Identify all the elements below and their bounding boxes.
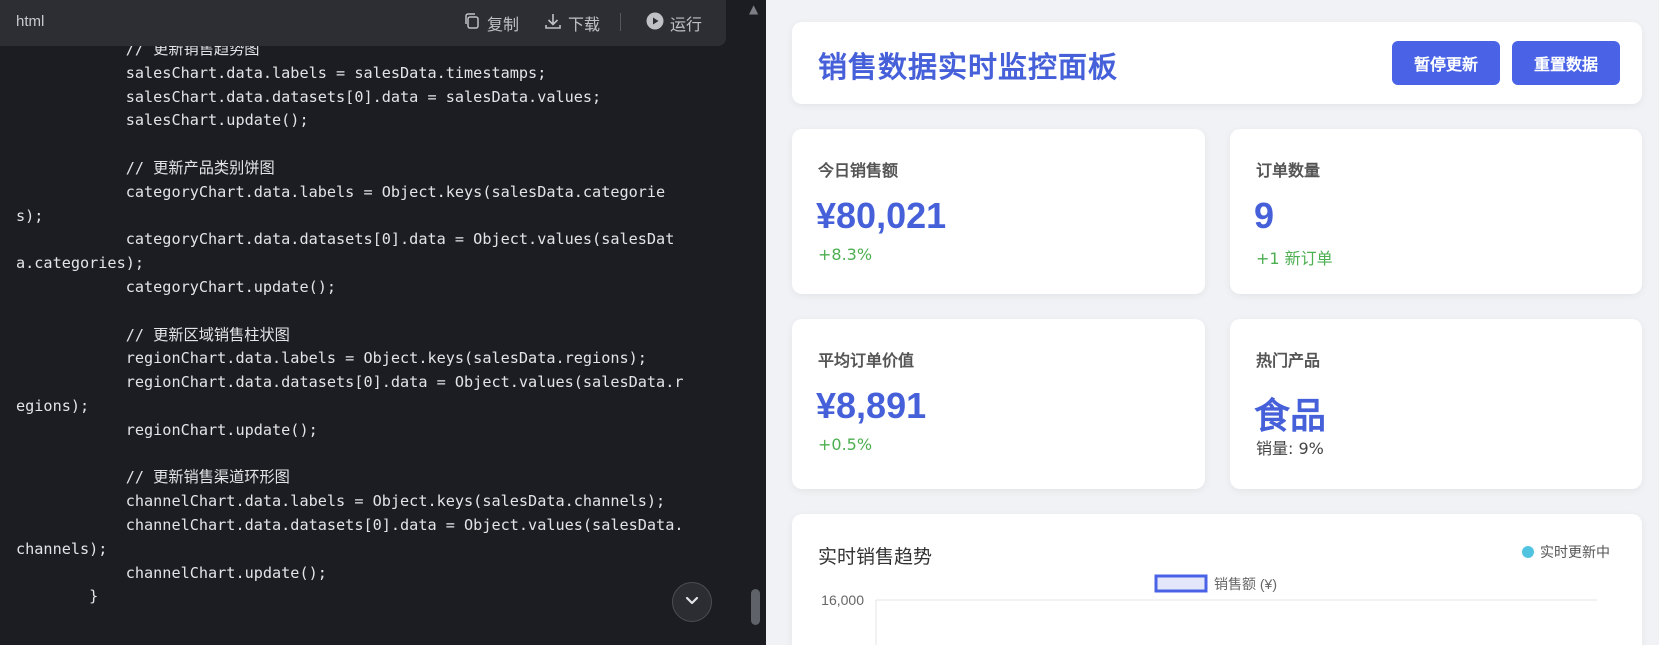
code-line: regionChart.data.datasets[0].data = Obje… (16, 373, 684, 392)
stat-label: 订单数量 (1256, 161, 1321, 180)
stat-value: 9 (1254, 195, 1275, 236)
code-line: categoryChart.data.datasets[0].data = Ob… (16, 230, 675, 249)
header-card: 销售数据实时监控面板 暂停更新 重置数据 (792, 22, 1642, 104)
code-line: s); (16, 206, 44, 225)
copy-label: 复制 (487, 15, 520, 34)
legend-label: 销售额 (¥) (1214, 576, 1277, 592)
play-icon (646, 12, 664, 34)
page-title: 销售数据实时监控面板 (818, 50, 1119, 84)
code-line: // 更新产品类别饼图 (16, 158, 275, 177)
stat-label: 热门产品 (1256, 351, 1321, 370)
scroll-to-bottom-button[interactable] (672, 582, 712, 622)
code-line: channelChart.update(); (16, 563, 327, 582)
code-line: egions); (16, 396, 90, 415)
chart-title: 实时销售趋势 (818, 546, 933, 568)
code-content: // 更新销售趋势图 salesChart.data.labels = sale… (16, 37, 684, 608)
pause-update-button[interactable]: 暂停更新 (1392, 41, 1500, 85)
code-line: a.categories); (16, 254, 145, 273)
live-status: 实时更新中 (1522, 542, 1610, 562)
stat-change: +1 新订单 (1256, 249, 1333, 268)
stat-card-today-sales: 今日销售额 ¥80,021 +8.3% (792, 129, 1205, 294)
stat-label: 今日销售额 (818, 161, 899, 180)
stat-label: 平均订单价值 (818, 351, 915, 370)
stat-change: +0.5% (818, 435, 873, 454)
stat-change: +8.3% (818, 245, 873, 264)
code-line: salesChart.update(); (16, 111, 309, 130)
code-line: channels); (16, 539, 108, 558)
stat-share: 销量: 9% (1256, 439, 1324, 458)
reset-data-button[interactable]: 重置数据 (1512, 41, 1620, 85)
sales-trend-card: 实时销售趋势 实时更新中 销售额 (¥) 16,000 (792, 514, 1642, 645)
copy-button[interactable]: 复制 (463, 12, 519, 34)
code-line: // 更新销售渠道环形图 (16, 468, 290, 487)
scrollbar-thumb[interactable] (751, 589, 760, 625)
download-icon (544, 12, 562, 34)
run-label: 运行 (670, 15, 703, 34)
legend-swatch[interactable] (1154, 574, 1208, 593)
scrollbar-gutter (726, 0, 766, 645)
code-line: salesChart.data.labels = salesData.times… (16, 63, 547, 82)
stat-value: 食品 (1254, 396, 1327, 437)
download-button[interactable]: 下载 (544, 12, 600, 34)
code-line: channelChart.data.datasets[0].data = Obj… (16, 515, 684, 534)
code-line: regionChart.update(); (16, 420, 318, 439)
code-line: } (16, 587, 99, 606)
toolbar-divider (620, 13, 621, 31)
code-language-label: html (16, 13, 45, 30)
run-button[interactable]: 运行 (646, 12, 702, 34)
stat-card-hot-product: 热门产品 食品 销量: 9% (1230, 319, 1642, 489)
code-panel: // 更新销售趋势图 salesChart.data.labels = sale… (0, 0, 726, 645)
stat-value: ¥8,891 (816, 385, 927, 426)
scroll-up-arrow-icon[interactable]: ▲ (749, 2, 758, 16)
code-toolbar: html 复制 下载 运行 (0, 0, 726, 46)
code-body: // 更新销售趋势图 salesChart.data.labels = sale… (0, 40, 726, 645)
chevron-down-icon (683, 591, 701, 613)
code-line: // 更新区域销售柱状图 (16, 325, 290, 344)
stat-card-average-order-value: 平均订单价值 ¥8,891 +0.5% (792, 319, 1205, 489)
live-dot-icon (1522, 546, 1534, 558)
code-line: salesChart.data.datasets[0].data = sales… (16, 87, 602, 106)
stat-card-order-count: 订单数量 9 +1 新订单 (1230, 129, 1642, 294)
code-line: categoryChart.update(); (16, 277, 337, 296)
code-line: categoryChart.data.labels = Object.keys(… (16, 182, 666, 201)
code-line: channelChart.data.labels = Object.keys(s… (16, 492, 666, 511)
live-status-label: 实时更新中 (1540, 545, 1610, 561)
download-label: 下载 (568, 15, 601, 34)
dashboard-preview: 销售数据实时监控面板 暂停更新 重置数据 今日销售额 ¥80,021 +8.3%… (766, 0, 1659, 645)
code-line: regionChart.data.labels = Object.keys(sa… (16, 349, 647, 368)
copy-icon (463, 12, 481, 34)
stat-value: ¥80,021 (816, 195, 947, 236)
y-tick-label: 16,000 (821, 592, 864, 608)
sales-trend-chart: 销售额 (¥) 16,000 (821, 574, 1597, 645)
